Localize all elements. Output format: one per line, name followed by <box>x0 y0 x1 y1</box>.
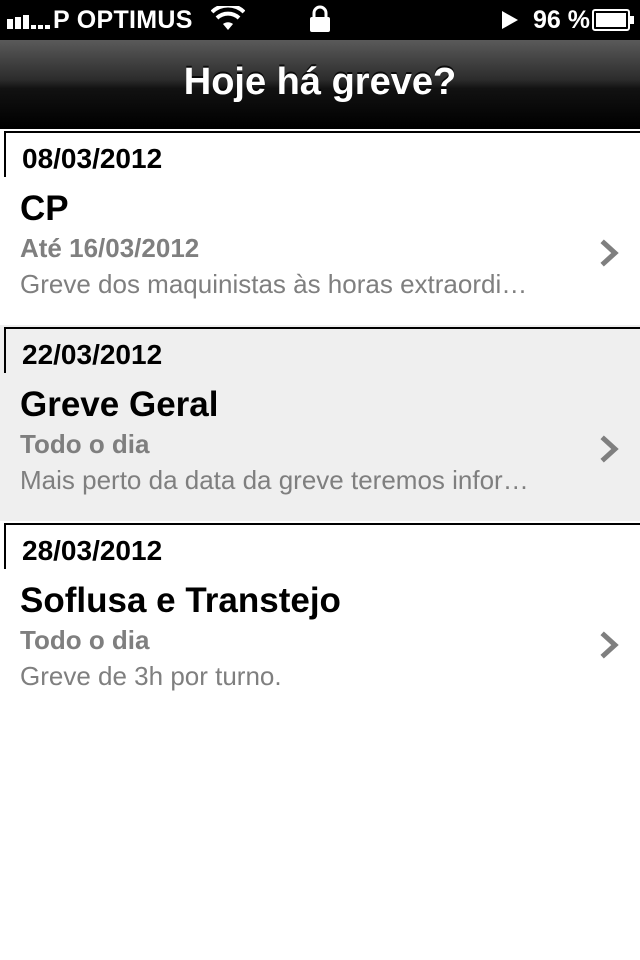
strike-row-greve-geral[interactable]: Greve Geral Todo o dia Mais perto da dat… <box>0 373 640 521</box>
strike-group: 08/03/2012 CP Até 16/03/2012 Greve dos m… <box>0 129 640 325</box>
strike-row-soflusa-transtejo[interactable]: Soflusa e Transtejo Todo o dia Greve de … <box>0 569 640 717</box>
section-header: 08/03/2012 <box>4 131 640 177</box>
strike-title: Greve Geral <box>20 385 219 424</box>
strike-time: Todo o dia <box>20 625 150 655</box>
page-title: Hoje há greve? <box>183 61 457 103</box>
strike-time: Até 16/03/2012 <box>20 233 200 263</box>
app-screen: P OPTIMUS 96 % Hoje há greve? 08/03/2012 <box>0 0 640 960</box>
wifi-icon <box>211 6 245 30</box>
battery-percentage: 96 % <box>533 6 590 34</box>
navigation-bar: Hoje há greve? <box>0 40 640 129</box>
strike-group: 22/03/2012 Greve Geral Todo o dia Mais p… <box>0 325 640 521</box>
strike-row-cp[interactable]: CP Até 16/03/2012 Greve dos maquinistas … <box>0 177 640 325</box>
strike-title: Soflusa e Transtejo <box>20 581 341 620</box>
signal-bars-icon <box>7 15 50 29</box>
status-bar: P OPTIMUS 96 % <box>0 0 640 40</box>
strike-time: Todo o dia <box>20 429 150 459</box>
section-date: 08/03/2012 <box>22 143 163 174</box>
chevron-right-icon <box>600 239 619 267</box>
section-date: 28/03/2012 <box>22 535 163 566</box>
section-date: 22/03/2012 <box>22 339 163 370</box>
play-icon <box>502 11 518 29</box>
strike-description: Greve de 3h por turno. <box>20 661 282 691</box>
strike-title: CP <box>20 189 69 228</box>
section-header: 22/03/2012 <box>4 327 640 373</box>
chevron-right-icon <box>600 435 619 463</box>
carrier-name: P OPTIMUS <box>53 6 193 34</box>
battery-icon <box>592 9 634 31</box>
strike-list: 08/03/2012 CP Até 16/03/2012 Greve dos m… <box>0 129 640 717</box>
strike-description: Mais perto da data da greve teremos info… <box>20 465 529 495</box>
section-header: 28/03/2012 <box>4 523 640 569</box>
strike-description: Greve dos maquinistas às horas extraordi… <box>20 269 528 299</box>
strike-group: 28/03/2012 Soflusa e Transtejo Todo o di… <box>0 521 640 717</box>
chevron-right-icon <box>600 631 619 659</box>
lock-icon <box>310 5 330 32</box>
